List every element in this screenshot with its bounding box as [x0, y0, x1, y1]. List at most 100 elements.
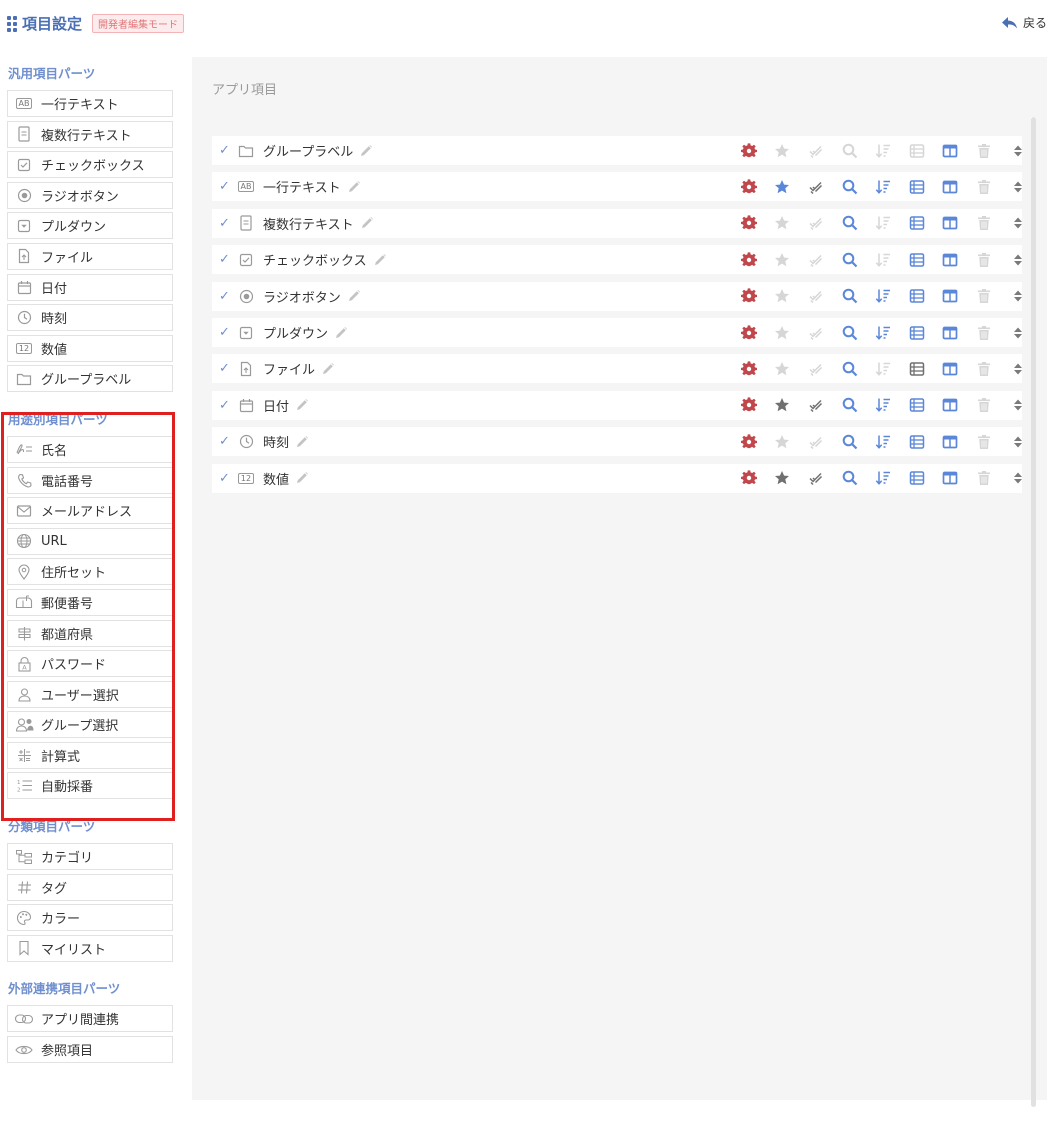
sort-icon[interactable]	[866, 282, 900, 311]
list-view-icon[interactable]	[900, 354, 934, 383]
double-check-icon[interactable]	[799, 245, 833, 274]
sort-icon[interactable]	[866, 172, 900, 201]
trash-icon[interactable]	[967, 245, 1001, 274]
list-view-icon[interactable]	[900, 318, 934, 347]
double-check-icon[interactable]	[799, 318, 833, 347]
part-item[interactable]: アプリ間連携	[7, 1005, 173, 1033]
search-icon[interactable]	[833, 136, 867, 165]
list-view-icon[interactable]	[900, 464, 934, 493]
double-check-icon[interactable]	[799, 354, 833, 383]
double-check-icon[interactable]	[799, 136, 833, 165]
part-item[interactable]: AB 一行テキスト	[7, 90, 173, 117]
columns-icon[interactable]	[934, 427, 968, 456]
drag-handle-icon[interactable]	[1001, 318, 1035, 347]
star-icon[interactable]	[766, 391, 800, 420]
list-view-icon[interactable]	[900, 391, 934, 420]
star-icon[interactable]	[766, 282, 800, 311]
app-item-row[interactable]: ✓ 12 数値	[212, 463, 1022, 493]
drag-handle-icon[interactable]	[1001, 172, 1035, 201]
part-item[interactable]: URL	[7, 527, 173, 555]
search-icon[interactable]	[833, 464, 867, 493]
sort-icon[interactable]	[866, 209, 900, 238]
search-icon[interactable]	[833, 209, 867, 238]
pencil-icon[interactable]	[295, 471, 309, 485]
drag-handle-icon[interactable]	[1001, 282, 1035, 311]
list-view-icon[interactable]	[900, 282, 934, 311]
app-item-row[interactable]: ✓ プルダウン	[212, 318, 1022, 347]
drag-handle-icon[interactable]	[1001, 136, 1035, 165]
part-item[interactable]: グループラベル	[7, 365, 173, 393]
pencil-icon[interactable]	[347, 289, 361, 303]
gear-icon[interactable]	[732, 245, 766, 274]
columns-icon[interactable]	[934, 209, 968, 238]
part-item[interactable]: メールアドレス	[7, 497, 173, 525]
star-icon[interactable]	[766, 209, 800, 238]
trash-icon[interactable]	[967, 464, 1001, 493]
gear-icon[interactable]	[732, 282, 766, 311]
star-icon[interactable]	[766, 464, 800, 493]
columns-icon[interactable]	[934, 172, 968, 201]
part-item[interactable]: カテゴリ	[7, 843, 173, 871]
part-item[interactable]: ラジオボタン	[7, 181, 173, 209]
part-item[interactable]: 氏名	[7, 435, 173, 463]
part-item[interactable]: グループ選択	[7, 711, 173, 739]
columns-icon[interactable]	[934, 391, 968, 420]
part-item[interactable]: マイリスト	[7, 934, 173, 962]
list-view-icon[interactable]	[900, 245, 934, 274]
drag-handle-icon[interactable]	[1001, 427, 1035, 456]
double-check-icon[interactable]	[799, 282, 833, 311]
part-item[interactable]: 電話番号	[7, 466, 173, 494]
part-item[interactable]: 12 数値	[7, 334, 173, 362]
sort-icon[interactable]	[866, 464, 900, 493]
pencil-icon[interactable]	[347, 180, 361, 194]
double-check-icon[interactable]	[799, 172, 833, 201]
app-item-row[interactable]: ✓ ファイル	[212, 354, 1022, 384]
sort-icon[interactable]	[866, 136, 900, 165]
trash-icon[interactable]	[967, 354, 1001, 383]
columns-icon[interactable]	[934, 464, 968, 493]
trash-icon[interactable]	[967, 282, 1001, 311]
app-item-row[interactable]: ✓ AB 一行テキスト	[212, 172, 1022, 202]
star-icon[interactable]	[766, 172, 800, 201]
columns-icon[interactable]	[934, 354, 968, 383]
pencil-icon[interactable]	[373, 253, 387, 267]
app-item-row[interactable]: ✓ 複数行テキスト	[212, 208, 1022, 238]
list-view-icon[interactable]	[900, 427, 934, 456]
columns-icon[interactable]	[934, 136, 968, 165]
part-item[interactable]: ユーザー選択	[7, 680, 173, 708]
list-view-icon[interactable]	[900, 172, 934, 201]
double-check-icon[interactable]	[799, 427, 833, 456]
list-view-icon[interactable]	[900, 136, 934, 165]
trash-icon[interactable]	[967, 427, 1001, 456]
trash-icon[interactable]	[967, 209, 1001, 238]
columns-icon[interactable]	[934, 282, 968, 311]
gear-icon[interactable]	[732, 464, 766, 493]
pencil-icon[interactable]	[334, 326, 348, 340]
double-check-icon[interactable]	[799, 464, 833, 493]
app-item-row[interactable]: ✓ 日付	[212, 390, 1022, 420]
part-item[interactable]: 都道府県	[7, 619, 173, 647]
star-icon[interactable]	[766, 354, 800, 383]
app-item-row[interactable]: ✓ グループラベル	[212, 136, 1022, 165]
part-item[interactable]: 住所セット	[7, 558, 173, 586]
part-item[interactable]: プルダウン	[7, 212, 173, 240]
trash-icon[interactable]	[967, 391, 1001, 420]
search-icon[interactable]	[833, 172, 867, 201]
part-item[interactable]: 計算式	[7, 741, 173, 769]
gear-icon[interactable]	[732, 427, 766, 456]
search-icon[interactable]	[833, 245, 867, 274]
part-item[interactable]: 日付	[7, 273, 173, 301]
star-icon[interactable]	[766, 245, 800, 274]
part-item[interactable]: ファイル	[7, 242, 173, 270]
search-icon[interactable]	[833, 318, 867, 347]
double-check-icon[interactable]	[799, 209, 833, 238]
gear-icon[interactable]	[732, 136, 766, 165]
part-item[interactable]: A パスワード	[7, 650, 173, 678]
part-item[interactable]: チェックボックス	[7, 151, 173, 179]
search-icon[interactable]	[833, 282, 867, 311]
pencil-icon[interactable]	[295, 398, 309, 412]
star-icon[interactable]	[766, 427, 800, 456]
gear-icon[interactable]	[732, 209, 766, 238]
drag-handle-icon[interactable]	[1001, 209, 1035, 238]
sort-icon[interactable]	[866, 245, 900, 274]
